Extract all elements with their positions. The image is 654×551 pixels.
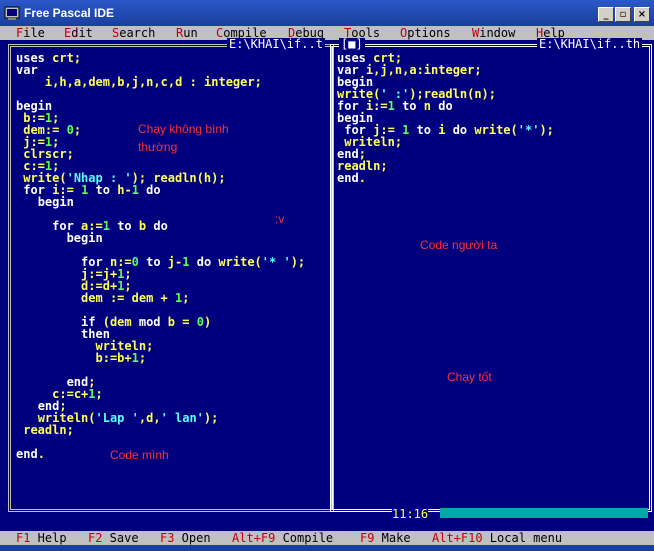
left-code-line[interactable]: i,h,a,dem,b,j,n,c,d : integer;: [16, 76, 305, 88]
left-code-line[interactable]: begin: [16, 232, 305, 244]
left-code-line[interactable]: b:=b+1;: [16, 352, 305, 364]
window-title: Free Pascal IDE: [24, 6, 115, 20]
maximize-button[interactable]: ▫: [615, 7, 631, 22]
menu-file[interactable]: File: [16, 26, 45, 40]
menu-search[interactable]: Search: [112, 26, 155, 40]
menu-edit[interactable]: Edit: [64, 26, 93, 40]
note-my-code: Code mình: [110, 448, 169, 462]
app-icon: [4, 6, 20, 20]
cursor-position: 11:16: [392, 507, 429, 521]
left-code-area[interactable]: uses crt; var i,h,a,dem,b,j,n,c,d : integ…: [16, 52, 305, 460]
left-code-line[interactable]: [16, 436, 305, 448]
right-code-line[interactable]: end.: [337, 172, 554, 184]
right-code-area[interactable]: uses crt; var i,j,n,a:integer; begin write(…: [337, 52, 554, 184]
status-local-menu[interactable]: Alt+F10 Local menu: [432, 531, 562, 545]
note-run-abnormal-1: Chạy không bình: [138, 122, 229, 136]
window-bottom-border: [0, 545, 654, 551]
note-runs-well: Chạy tốt: [447, 370, 492, 384]
menu-options[interactable]: Options: [400, 26, 451, 40]
left-code-line[interactable]: readln;: [16, 424, 305, 436]
left-code-line[interactable]: [16, 88, 305, 100]
status-open[interactable]: F3 Open: [160, 531, 211, 545]
note-run-abnormal-2: thường: [138, 140, 178, 154]
minimize-button[interactable]: _: [598, 7, 614, 22]
right-pane-title: E:\KHAI\if..th: [537, 37, 643, 51]
status-bar: F1 Help F2 Save F3 Open Alt+F9 Compile F9 Ma…: [0, 531, 654, 545]
menu-file-label: ile: [23, 26, 45, 40]
right-pane-window-number[interactable]: [■]: [339, 38, 365, 50]
note-others-code: Code người ta: [420, 238, 498, 252]
right-code-line[interactable]: readln;: [337, 160, 554, 172]
title-bar: Free Pascal IDE _ ▫ ×: [0, 0, 654, 26]
note-emote: :v: [275, 212, 285, 226]
status-make[interactable]: F9 Make: [360, 531, 411, 545]
status-save[interactable]: F2 Save: [88, 531, 139, 545]
horizontal-scrollbar[interactable]: [440, 508, 648, 518]
left-code-line[interactable]: uses crt;: [16, 52, 305, 64]
left-code-line[interactable]: begin: [16, 196, 305, 208]
status-compile[interactable]: Alt+F9 Compile: [232, 531, 333, 545]
left-code-line[interactable]: dem := dem + 1;: [16, 292, 305, 304]
menu-window[interactable]: Window: [472, 26, 515, 40]
status-help[interactable]: F1 Help: [16, 531, 67, 545]
right-code-line[interactable]: writeln;: [337, 136, 554, 148]
menu-run[interactable]: Run: [176, 26, 198, 40]
left-pane-title: E:\KHAI\if..t: [227, 37, 325, 51]
close-button[interactable]: ×: [634, 7, 650, 22]
